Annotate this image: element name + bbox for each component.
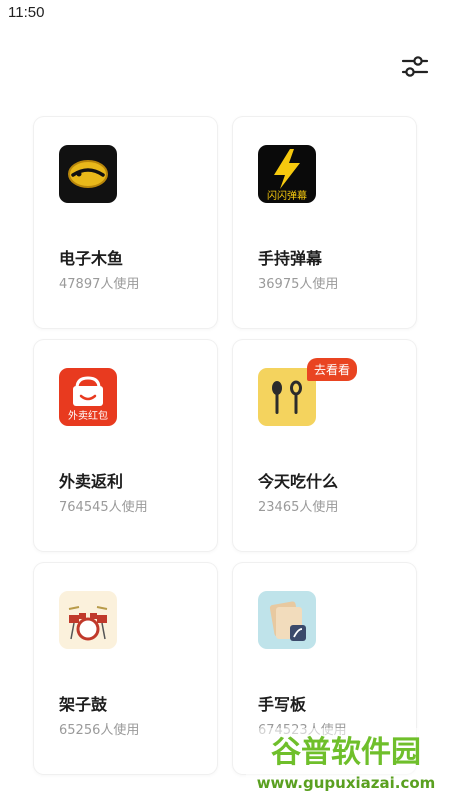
- drum-kit-icon: [59, 591, 117, 649]
- app-card-wooden-fish[interactable]: 电子木鱼 47897人使用: [34, 117, 217, 328]
- app-card-takeout-rebate[interactable]: 外卖红包 外卖返利 764545人使用: [34, 340, 217, 551]
- app-card-drum-kit[interactable]: 架子鼓 65256人使用: [34, 563, 217, 774]
- app-usage: 764545人使用: [59, 500, 148, 515]
- app-title: 电子木鱼: [59, 249, 124, 268]
- icon-label: 闪闪弹幕: [267, 189, 307, 202]
- watermark-title: 谷普软件园: [271, 735, 421, 770]
- app-usage: 47897人使用: [59, 277, 140, 292]
- site-watermark: 谷普软件园 www.gupuxiazai.com: [246, 728, 446, 798]
- app-usage: 65256人使用: [59, 723, 140, 738]
- app-title: 手写板: [258, 695, 307, 714]
- app-usage: 36975人使用: [258, 277, 339, 292]
- app-usage: 23465人使用: [258, 500, 339, 515]
- app-title: 外卖返利: [59, 472, 124, 491]
- wooden-fish-icon: [59, 145, 117, 203]
- app-title: 架子鼓: [59, 695, 108, 714]
- filter-button[interactable]: [398, 50, 432, 84]
- app-card-what-to-eat[interactable]: 去看看 今天吃什么 23465人使用: [233, 340, 416, 551]
- app-title: 今天吃什么: [258, 472, 339, 491]
- watermark-url: www.gupuxiazai.com: [257, 774, 436, 792]
- status-bar: 11:50: [0, 0, 450, 26]
- app-card-handheld-barrage[interactable]: 闪闪弹幕 手持弹幕 36975人使用: [233, 117, 416, 328]
- status-time: 11:50: [8, 4, 45, 21]
- app-title: 手持弹幕: [258, 249, 323, 268]
- handwriting-pad-icon: [258, 591, 316, 649]
- sliders-icon: [401, 56, 429, 77]
- icon-label: 外卖红包: [68, 409, 108, 422]
- lightning-icon: 闪闪弹幕: [258, 145, 316, 203]
- takeout-bag-icon: 外卖红包: [59, 368, 117, 426]
- go-see-badge[interactable]: 去看看: [307, 358, 358, 381]
